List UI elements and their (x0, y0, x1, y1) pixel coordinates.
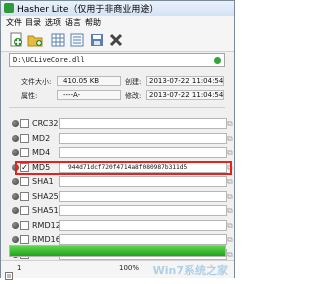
status-dot-icon (12, 207, 19, 214)
hash-row-crc32: CRC32 ⧉ (9, 117, 235, 131)
progress-bar (9, 245, 226, 257)
size-value: 410.05 KB (63, 77, 100, 85)
hasher-window: Hasher Lite（仅用于非商业用途） 文件 目录 选项 语言 帮助 D:\… (0, 0, 235, 280)
grid-icon[interactable] (50, 32, 66, 48)
hash-row-md5: ✓ MD5 944d71dcf720f4714a8f080987b311d5 ⧉ (9, 160, 235, 175)
hash-label: SHA1 (32, 177, 54, 186)
copy-icon[interactable]: ⧉ (227, 176, 239, 187)
hash-row-sha512: SHA512 ⧉ (9, 204, 235, 218)
status-dot-icon (12, 120, 19, 127)
menu-file[interactable]: 文件 (6, 17, 22, 28)
hash-value-field[interactable] (59, 234, 227, 245)
status-dot-icon (12, 236, 19, 243)
file-status-icon (214, 57, 221, 64)
copy-icon[interactable]: ⧉ (227, 234, 239, 245)
close-icon[interactable] (108, 32, 124, 48)
hash-value-field[interactable] (59, 190, 227, 202)
hash-row-sha1: SHA1 ⧉ (9, 175, 235, 189)
created-label: 创建: (125, 78, 142, 86)
hash-row-sha256: SHA256 ⧉ (9, 190, 235, 204)
hash-checkbox[interactable] (20, 133, 29, 143)
modified-value: 2013-07-22 11:04:54 (149, 91, 224, 99)
hash-label: MD2 (32, 133, 51, 143)
open-folder-icon[interactable] (27, 32, 43, 48)
menu-options[interactable]: 选项 (45, 17, 61, 28)
status-dot-icon (12, 178, 19, 185)
copy-icon[interactable]: ⧉ (227, 147, 239, 158)
compare-icon[interactable] (69, 32, 85, 48)
hash-checkbox[interactable] (20, 235, 29, 244)
hash-label: CRC32 (32, 119, 59, 128)
progress-fill (10, 246, 225, 256)
hash-value-field[interactable] (59, 219, 227, 231)
modified-label: 修改: (125, 92, 142, 100)
file-path-field[interactable]: D:\UCLiveCore.dll (9, 53, 225, 67)
status-percent: 100% (119, 264, 140, 272)
hash-checkbox[interactable] (20, 119, 29, 128)
menu-bar: 文件 目录 选项 语言 帮助 (1, 16, 234, 30)
watermark: Win7系统之家 (152, 264, 228, 277)
created-value: 2013-07-22 11:04:54 (149, 77, 224, 85)
copy-icon[interactable]: ⧉ (227, 133, 239, 144)
menu-language[interactable]: 语言 (65, 17, 81, 28)
hash-value-field[interactable] (59, 147, 227, 158)
hash-value-field[interactable] (59, 118, 227, 129)
hash-checkbox[interactable] (20, 177, 29, 186)
hash-checkbox[interactable] (20, 191, 29, 201)
status-bar: 1 100% Win7系统之家 (1, 260, 234, 280)
attr-label: 属性: (21, 92, 38, 100)
hash-row-md4: MD4 ⧉ (9, 146, 235, 160)
status-dot-icon (12, 134, 19, 142)
separator (9, 107, 225, 108)
menu-directory[interactable]: 目录 (25, 17, 41, 28)
add-file-icon[interactable] (8, 32, 24, 48)
hash-value-field[interactable] (59, 132, 227, 144)
menu-help[interactable]: 帮助 (85, 17, 101, 28)
copy-icon[interactable]: ⧉ (227, 220, 239, 231)
hash-checkbox[interactable] (20, 206, 29, 215)
file-path-text: D:\UCLiveCore.dll (13, 56, 85, 64)
size-label: 文件大小: (21, 78, 52, 86)
title-bar: Hasher Lite（仅用于非商业用途） (1, 1, 234, 17)
toolbar (1, 29, 234, 52)
status-dot-icon (12, 192, 19, 200)
attr-value: ----A- (63, 91, 81, 99)
file-count: 1 (17, 264, 22, 272)
hash-value-field[interactable] (59, 176, 227, 187)
status-dot-icon (12, 221, 19, 229)
save-icon[interactable] (89, 32, 105, 48)
app-icon (4, 3, 14, 13)
hash-checkbox[interactable] (20, 148, 29, 157)
status-dot-icon (12, 149, 19, 156)
hash-row-md2: MD2 ⧉ (9, 132, 235, 146)
highlight-box (15, 160, 232, 175)
hash-checkbox[interactable] (20, 220, 29, 230)
copy-icon[interactable]: ⧉ (227, 205, 239, 216)
hash-value-field[interactable] (59, 205, 227, 216)
file-count-icon (5, 265, 13, 280)
hash-row-rmd128: RMD128 ⧉ (9, 219, 235, 233)
window-title: Hasher Lite（仅用于非商业用途） (17, 5, 159, 15)
copy-icon[interactable]: ⧉ (227, 191, 239, 202)
copy-icon[interactable]: ⧉ (227, 118, 239, 129)
copy-icon[interactable]: ⧉ (227, 249, 239, 260)
hash-label: MD4 (32, 148, 51, 157)
